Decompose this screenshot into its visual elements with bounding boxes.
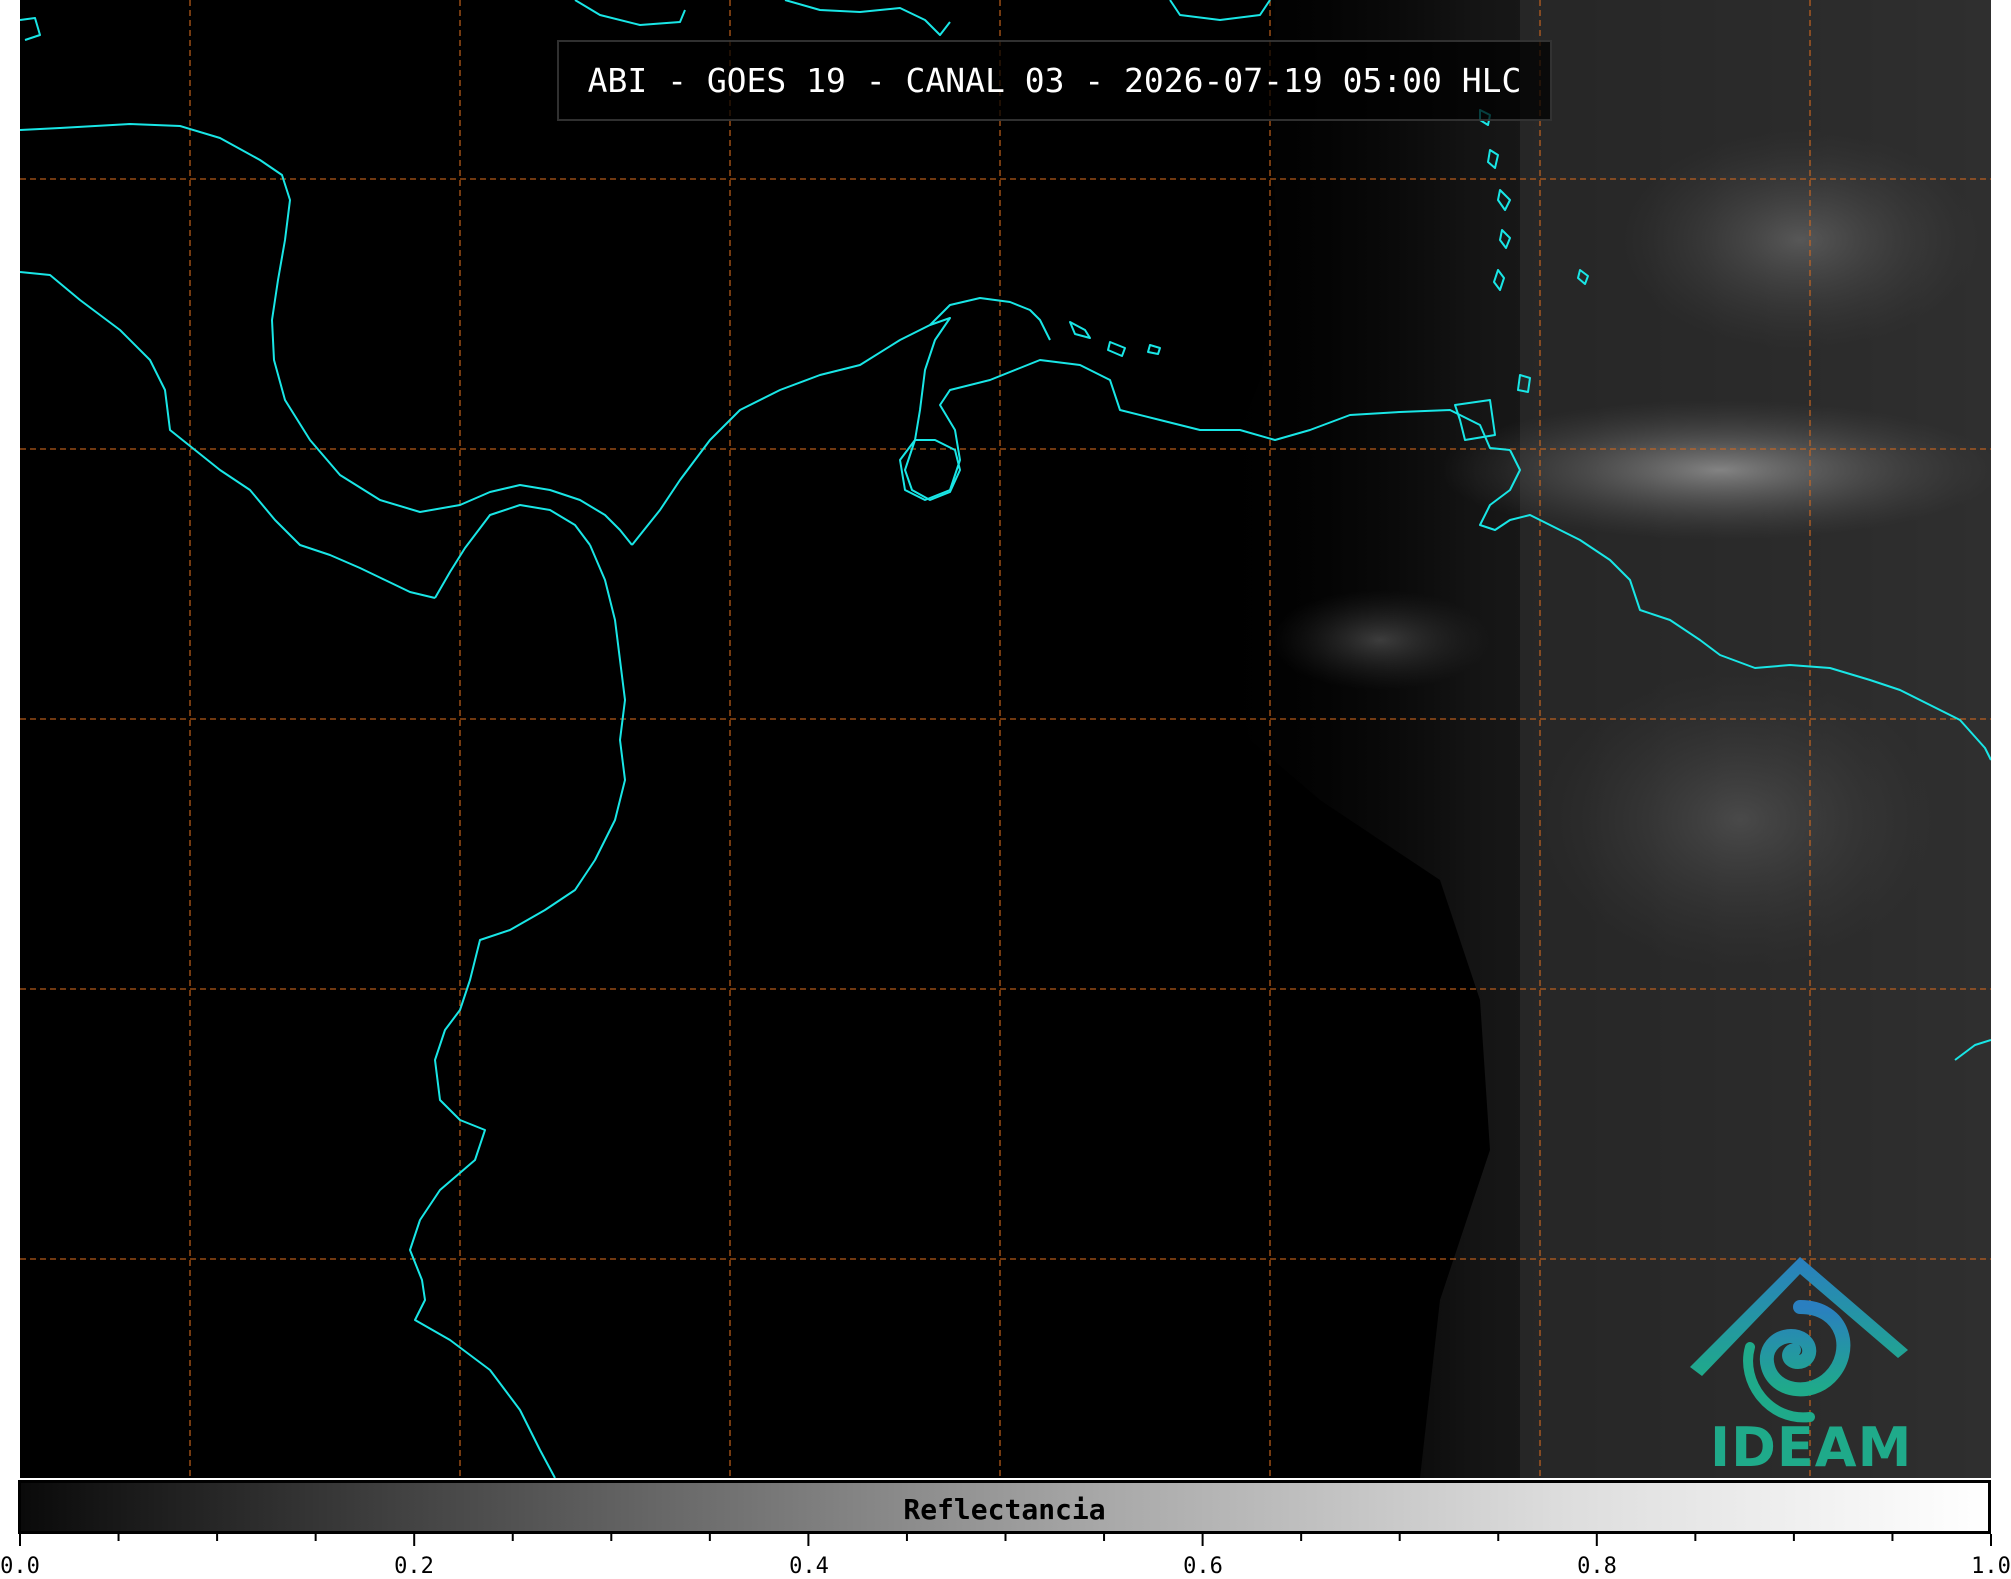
cloud-patch [1270, 590, 1490, 690]
cloud-patch [1620, 130, 1980, 350]
tick-label: 0.8 [1577, 1554, 1617, 1579]
tick-label: 0.2 [394, 1554, 434, 1579]
tick-label: 0.0 [0, 1554, 40, 1579]
logo-text: IDEAM [1710, 1416, 1913, 1478]
tick-label: 1.0 [1971, 1554, 2011, 1579]
colorbar: Reflectancia [18, 1480, 1991, 1534]
map-title-text: ABI - GOES 19 - CANAL 03 - 2026-07-19 05… [587, 61, 1522, 100]
tick-label: 0.4 [789, 1554, 829, 1579]
tick-label: 0.6 [1183, 1554, 1223, 1579]
cloud-band [1440, 400, 1991, 540]
colorbar-label: Reflectancia [903, 1493, 1106, 1526]
colorbar-ticks [19, 1534, 1992, 1546]
satellite-map: ABI - GOES 19 - CANAL 03 - 2026-07-19 05… [20, 0, 1991, 1478]
map-title: ABI - GOES 19 - CANAL 03 - 2026-07-19 05… [557, 40, 1552, 121]
cloud-patch [1540, 670, 1940, 970]
